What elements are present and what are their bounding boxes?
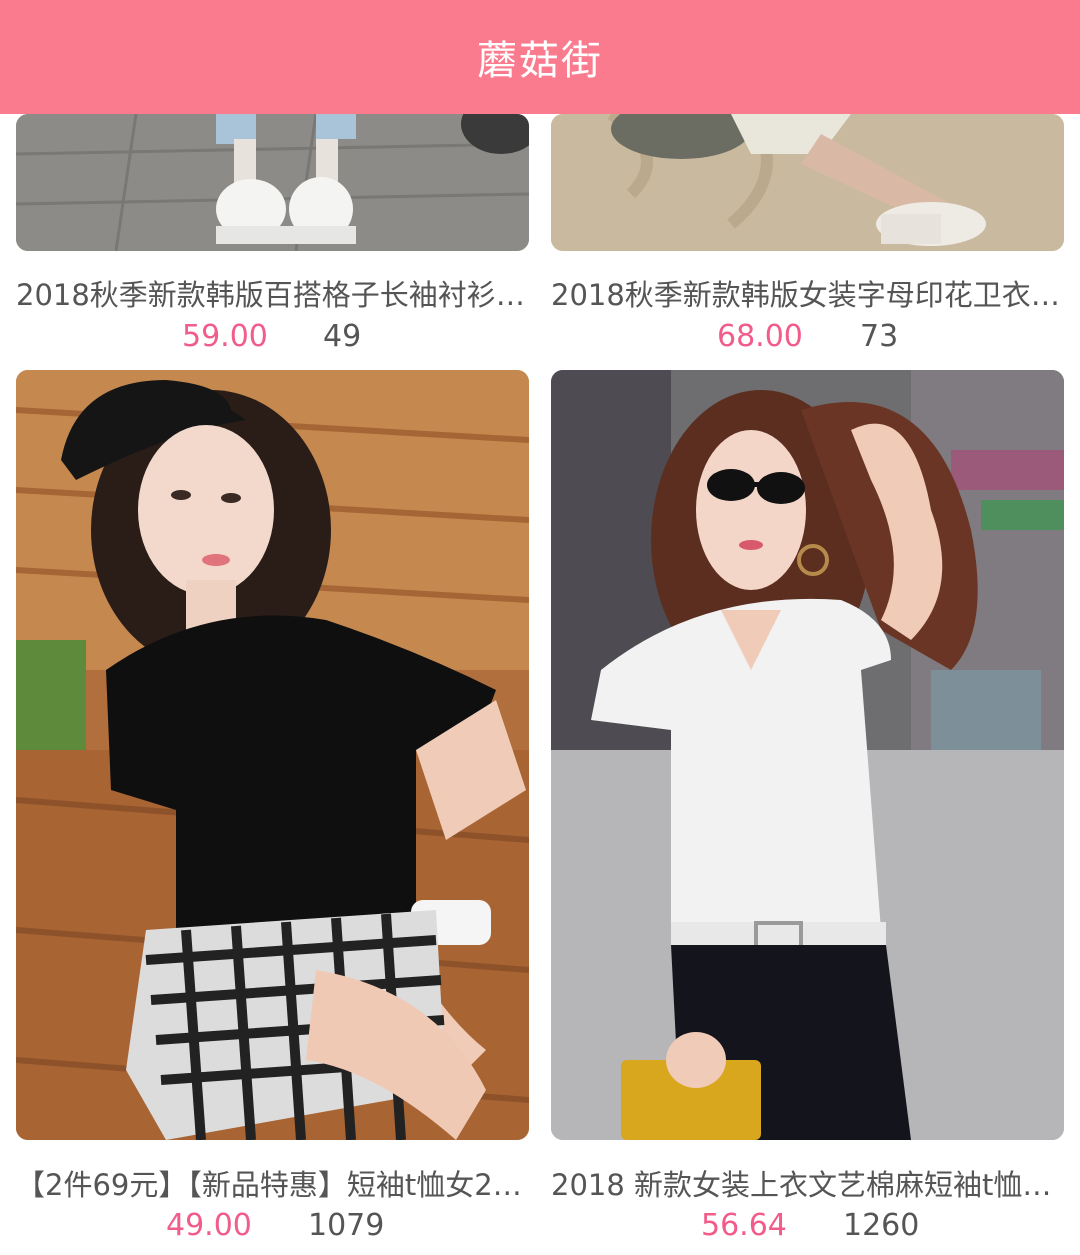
product-price: 56.64 [701,1208,787,1243]
jeans-white-sneakers-photo [16,114,529,251]
product-title[interactable]: 2018秋季新款韩版百搭格子长袖衬衫女装学生宽松上衣 [16,272,529,314]
product-image[interactable] [551,370,1064,1140]
white-blouse-model-photo [551,370,1064,1140]
sales-count: 1079 [308,1208,385,1243]
product-card[interactable]: 2018秋季新款韩版百搭格子长袖衬衫女装学生宽松上衣 59.00 49 [16,114,529,364]
product-meta: 68.00 73 [551,319,1064,359]
page-title: 蘑菇街 [477,38,603,84]
product-card[interactable]: 2018 新款女装上衣文艺棉麻短袖t恤女V领 56.64 1260 [551,370,1064,1255]
black-tshirt-model-photo [16,370,529,1140]
sales-count: 1260 [843,1208,920,1243]
product-card[interactable]: 2018秋季新款韩版女装字母印花卫衣宽松上衣 68.00 73 [551,114,1064,364]
product-price: 68.00 [717,319,803,354]
product-image[interactable] [551,114,1064,251]
product-card[interactable]: 【2件69元】【新品特惠】短袖t恤女2018夏装新款 49.00 1079 [16,370,529,1255]
product-image[interactable] [16,370,529,1140]
sales-count: 49 [323,319,362,354]
product-title[interactable]: 【2件69元】【新品特惠】短袖t恤女2018夏装新款 [16,1162,529,1204]
pants-canvas-shoes-photo [551,114,1064,251]
product-price: 59.00 [182,319,268,354]
product-title[interactable]: 2018 新款女装上衣文艺棉麻短袖t恤女V领 [551,1162,1064,1204]
product-meta: 56.64 1260 [551,1208,1064,1248]
product-grid: 2018秋季新款韩版百搭格子长袖衬衫女装学生宽松上衣 59.00 49 2018… [0,114,1080,1255]
app-header: 蘑菇街 [0,0,1080,114]
product-price: 49.00 [166,1208,252,1243]
product-title[interactable]: 2018秋季新款韩版女装字母印花卫衣宽松上衣 [551,272,1064,314]
product-meta: 49.00 1079 [16,1208,529,1248]
sales-count: 73 [860,319,899,354]
product-meta: 59.00 49 [16,319,529,359]
product-image[interactable] [16,114,529,251]
